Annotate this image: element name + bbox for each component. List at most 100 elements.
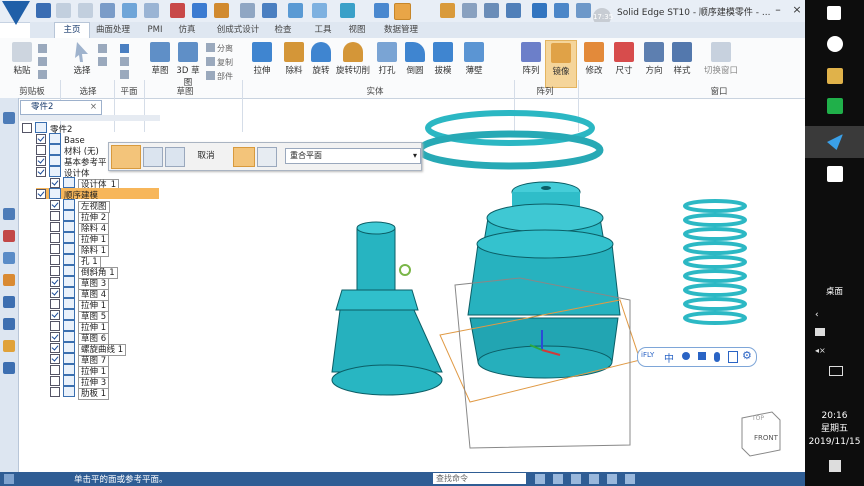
sketch3d-button[interactable]: 3D 草图: [176, 42, 200, 88]
input-icon[interactable]: [829, 366, 843, 376]
revolve-button[interactable]: 旋转: [308, 42, 334, 76]
copy-item[interactable]: 复制: [206, 57, 233, 68]
tool-quick-icon[interactable]: [440, 3, 455, 18]
pattern-button[interactable]: 阵列: [518, 42, 544, 76]
split-item[interactable]: 分离: [206, 43, 233, 54]
thin-wall-button[interactable]: 薄壁: [460, 42, 488, 76]
desktop-label[interactable]: 桌面: [805, 285, 864, 297]
photos-icon[interactable]: [827, 166, 843, 182]
sketch-button[interactable]: 草图: [148, 42, 172, 76]
zoom-quick-icon[interactable]: [312, 3, 327, 18]
magnet-icon[interactable]: [170, 3, 185, 18]
cut-button[interactable]: 除料: [280, 42, 308, 76]
view-cube[interactable]: FRONT TOP: [741, 411, 781, 457]
cut-icon[interactable]: [38, 44, 49, 54]
zoom-icon[interactable]: [553, 474, 563, 484]
settings-quick-icon[interactable]: [484, 3, 499, 18]
dimension-tool-icon[interactable]: [144, 3, 159, 18]
mirror-quick-icon[interactable]: [262, 3, 277, 18]
minimize-icon[interactable]: –: [770, 3, 786, 17]
option-b-button[interactable]: [257, 147, 277, 167]
tab-generative-design[interactable]: 创成式设计: [212, 23, 264, 37]
accept-icon[interactable]: [165, 147, 185, 167]
extrude-button[interactable]: 拉伸: [248, 42, 276, 76]
style-button[interactable]: 样式: [670, 42, 694, 76]
start-icon[interactable]: [827, 6, 841, 20]
revolve-cut-button[interactable]: 旋转切削: [334, 42, 372, 76]
solid-edge-logo-icon[interactable]: [2, 1, 30, 25]
paste-button[interactable]: 粘贴: [8, 42, 36, 76]
fit-icon[interactable]: [571, 474, 581, 484]
shading-icon[interactable]: [625, 474, 635, 484]
tab-home[interactable]: 主页: [54, 22, 90, 39]
select-option-icon[interactable]: [98, 44, 109, 54]
rotate-icon[interactable]: [399, 264, 411, 276]
save-icon[interactable]: [36, 3, 51, 18]
tab-view[interactable]: 视图: [344, 23, 370, 37]
draft-button[interactable]: 拔模: [430, 42, 456, 76]
punctuation-icon[interactable]: [698, 352, 706, 360]
switch-window-button[interactable]: 切换窗口: [700, 42, 742, 76]
cut-quick-icon[interactable]: [214, 3, 229, 18]
undo-icon[interactable]: [56, 3, 71, 18]
line-tool-icon[interactable]: [122, 3, 137, 18]
taskbar-clock[interactable]: 20:16 星期五 2019/11/15: [805, 410, 864, 449]
pan-icon[interactable]: [589, 474, 599, 484]
option-a-button[interactable]: [233, 147, 255, 167]
plane-icon[interactable]: [120, 44, 131, 54]
cancel-button[interactable]: 取消: [187, 149, 225, 163]
rotate-view-icon[interactable]: [607, 474, 617, 484]
battery-icon[interactable]: [815, 328, 825, 336]
tab-inspect[interactable]: 检查: [270, 23, 296, 37]
orient-button[interactable]: 方向: [642, 42, 666, 76]
ime-mode[interactable]: 中: [664, 350, 674, 365]
ruler-quick-icon[interactable]: [506, 3, 521, 18]
part-item[interactable]: 部件: [206, 71, 233, 82]
dimension-button[interactable]: 尺寸: [612, 42, 636, 76]
active-quick-icon[interactable]: [394, 3, 411, 20]
keyboard-icon[interactable]: [728, 351, 738, 363]
notification-icon[interactable]: [829, 460, 841, 472]
tab-data-management[interactable]: 数据管理: [378, 23, 424, 37]
chevron-left-icon[interactable]: ‹: [815, 310, 819, 320]
mirror-type-button[interactable]: [111, 145, 141, 169]
plane-angle-icon[interactable]: [120, 70, 131, 80]
moon-icon[interactable]: [682, 352, 690, 360]
nav-icon[interactable]: [535, 474, 545, 484]
shade-quick-icon[interactable]: [340, 3, 355, 18]
pattern-quick-icon[interactable]: [240, 3, 255, 18]
ime-toolbar[interactable]: iFLY 中 ⚙: [637, 347, 757, 367]
part-quick-icon[interactable]: [532, 3, 547, 18]
hole-button[interactable]: 打孔: [374, 42, 400, 76]
close-icon[interactable]: ×: [789, 3, 805, 17]
microphone-icon[interactable]: [714, 352, 720, 362]
plane-select-dropdown[interactable]: 重合平面 ▾: [285, 148, 421, 164]
sheet-quick-icon[interactable]: [554, 3, 569, 18]
plane-offset-icon[interactable]: [120, 57, 131, 67]
gear-icon[interactable]: ⚙: [742, 349, 752, 362]
select-button[interactable]: 选择: [68, 42, 96, 76]
file-explorer-icon[interactable]: [827, 68, 843, 84]
redo-icon[interactable]: [78, 3, 93, 18]
render-quick-icon[interactable]: [576, 3, 591, 18]
search-command-input[interactable]: 查找命令: [433, 473, 526, 484]
select-tool-icon[interactable]: [100, 3, 115, 18]
measure-quick-icon[interactable]: [462, 3, 477, 18]
tab-simulation[interactable]: 仿真: [174, 23, 200, 37]
select-filter-icon[interactable]: [98, 57, 109, 67]
tab-tools[interactable]: 工具: [310, 23, 336, 37]
tab-surfacing[interactable]: 曲面处理: [92, 23, 134, 37]
layout-quick-icon[interactable]: [374, 3, 389, 18]
mirror-button[interactable]: 镜像: [545, 40, 577, 88]
volume-icon[interactable]: ◂×: [815, 346, 826, 355]
extrude-quick-icon[interactable]: [192, 3, 207, 18]
view-quick-icon[interactable]: [288, 3, 303, 18]
tab-pmi[interactable]: PMI: [142, 23, 168, 37]
copy-icon[interactable]: [38, 57, 49, 67]
search-icon[interactable]: [827, 36, 843, 52]
format-icon[interactable]: [38, 70, 49, 80]
modify-button[interactable]: 修改: [582, 42, 606, 76]
select-face-icon[interactable]: [143, 147, 163, 167]
round-button[interactable]: 倒圆: [402, 42, 428, 76]
iqiyi-icon[interactable]: [827, 98, 843, 114]
